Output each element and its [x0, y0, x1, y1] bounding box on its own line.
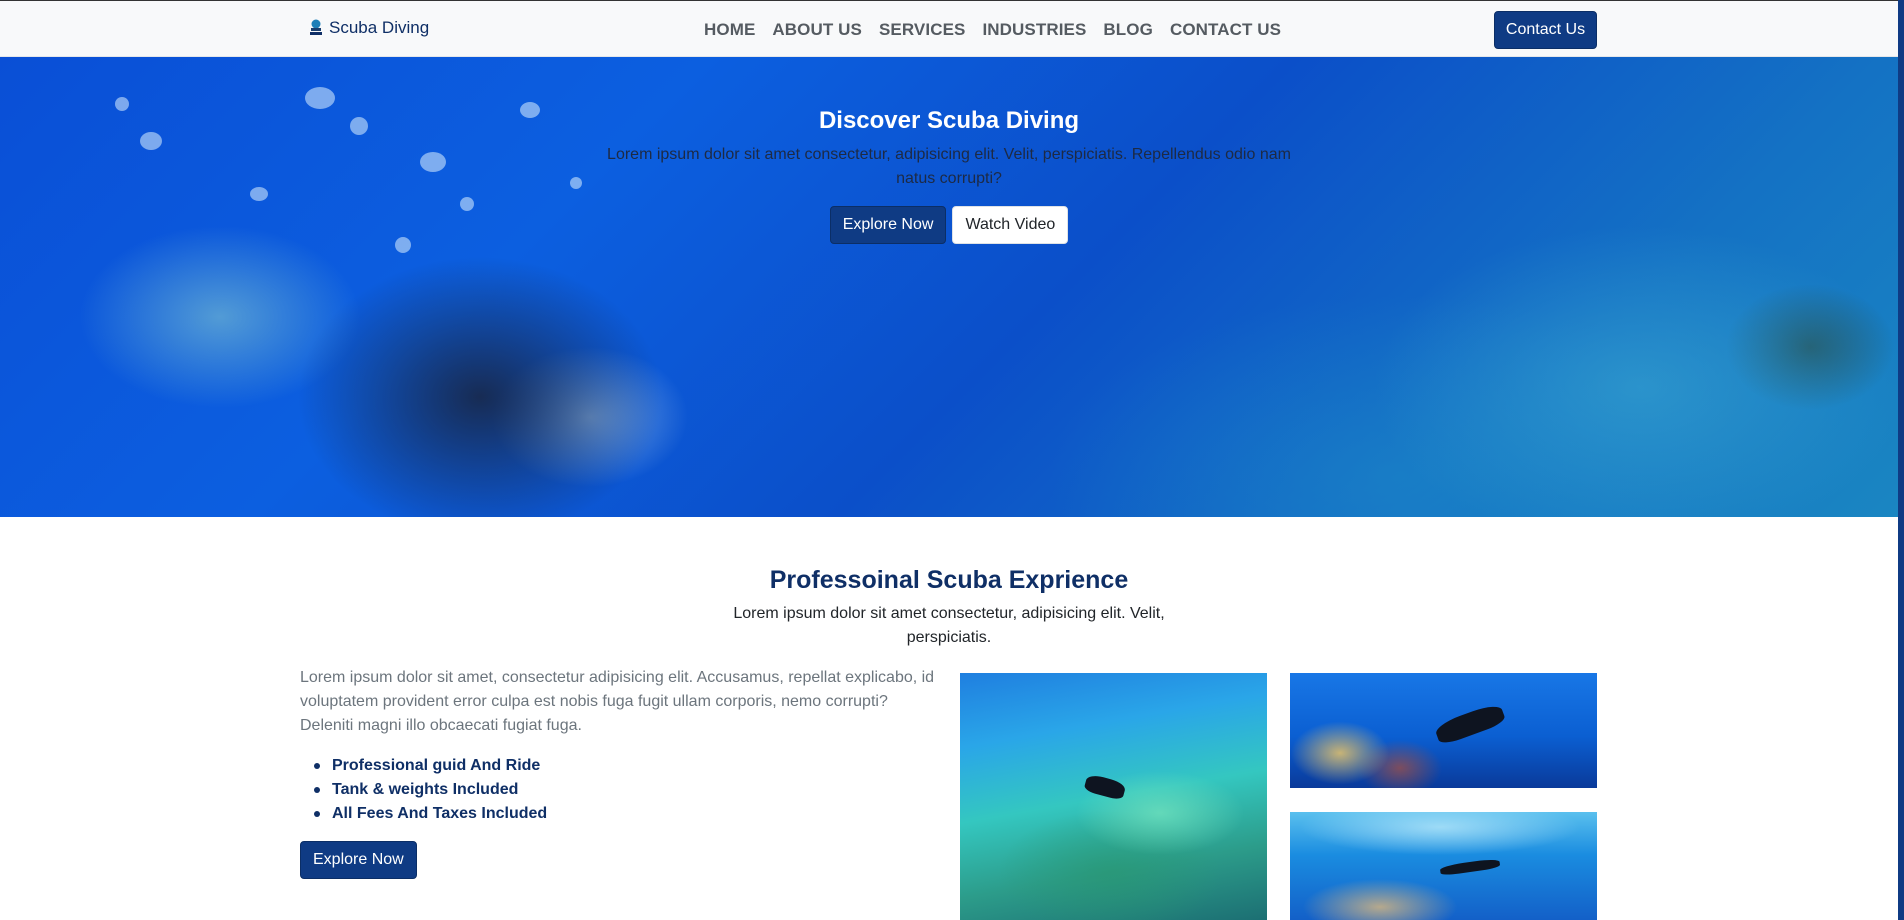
scuba-logo-icon — [310, 19, 322, 35]
list-item: Professional guid And Ride — [300, 754, 547, 778]
section-subtitle: Lorem ipsum dolor sit amet consectetur, … — [733, 605, 1165, 646]
hero-title: Discover Scuba Diving — [818, 107, 1080, 134]
page-scrollbar[interactable] — [1898, 0, 1904, 920]
bubble — [305, 87, 335, 109]
nav-services[interactable]: SERVICES — [879, 20, 965, 40]
contact-us-button[interactable]: Contact Us — [1494, 11, 1597, 49]
hero-section: Discover Scuba Diving Lorem ipsum dolor … — [0, 57, 1898, 517]
diver-figure — [1439, 857, 1501, 877]
diver-coral-image — [1290, 673, 1597, 788]
hero-buttons: Explore Now Watch Video — [0, 206, 1898, 244]
watch-video-button[interactable]: Watch Video — [952, 206, 1069, 244]
scrollbar-thumb[interactable] — [1898, 0, 1904, 920]
nav-blog[interactable]: BLOG — [1103, 20, 1153, 40]
diver-snorkel-image — [1290, 812, 1597, 920]
section-explore-now-button[interactable]: Explore Now — [300, 841, 417, 879]
bubble — [570, 177, 582, 189]
features-list: Professional guid And Ride Tank & weight… — [300, 754, 547, 826]
list-item: Tank & weights Included — [300, 778, 547, 802]
navbar: Scuba Diving HOME ABOUT US SERVICES INDU… — [0, 0, 1898, 57]
brand-name: Scuba Diving — [329, 18, 430, 37]
diver-figure — [1433, 701, 1507, 747]
section-body-text: Lorem ipsum dolor sit amet, consectetur … — [300, 669, 935, 734]
bubble — [420, 152, 446, 172]
explore-now-button[interactable]: Explore Now — [829, 206, 947, 244]
nav-about-us[interactable]: ABOUT US — [772, 20, 862, 40]
nav-home[interactable]: HOME — [704, 20, 755, 40]
diver-figure — [1083, 773, 1127, 801]
nav-menu: HOME ABOUT US SERVICES INDUSTRIES BLOG C… — [704, 20, 1281, 40]
brand-link[interactable]: Scuba Diving — [309, 18, 429, 38]
nav-industries[interactable]: INDUSTRIES — [982, 20, 1086, 40]
section-title: Professoinal Scuba Exprience — [769, 566, 1129, 594]
diver-reef-image — [960, 673, 1267, 920]
list-item: All Fees And Taxes Included — [300, 802, 547, 826]
nav-contact-us[interactable]: CONTACT US — [1170, 20, 1281, 40]
hero-description: Lorem ipsum dolor sit amet consectetur, … — [607, 146, 1291, 187]
bubble — [250, 187, 268, 201]
